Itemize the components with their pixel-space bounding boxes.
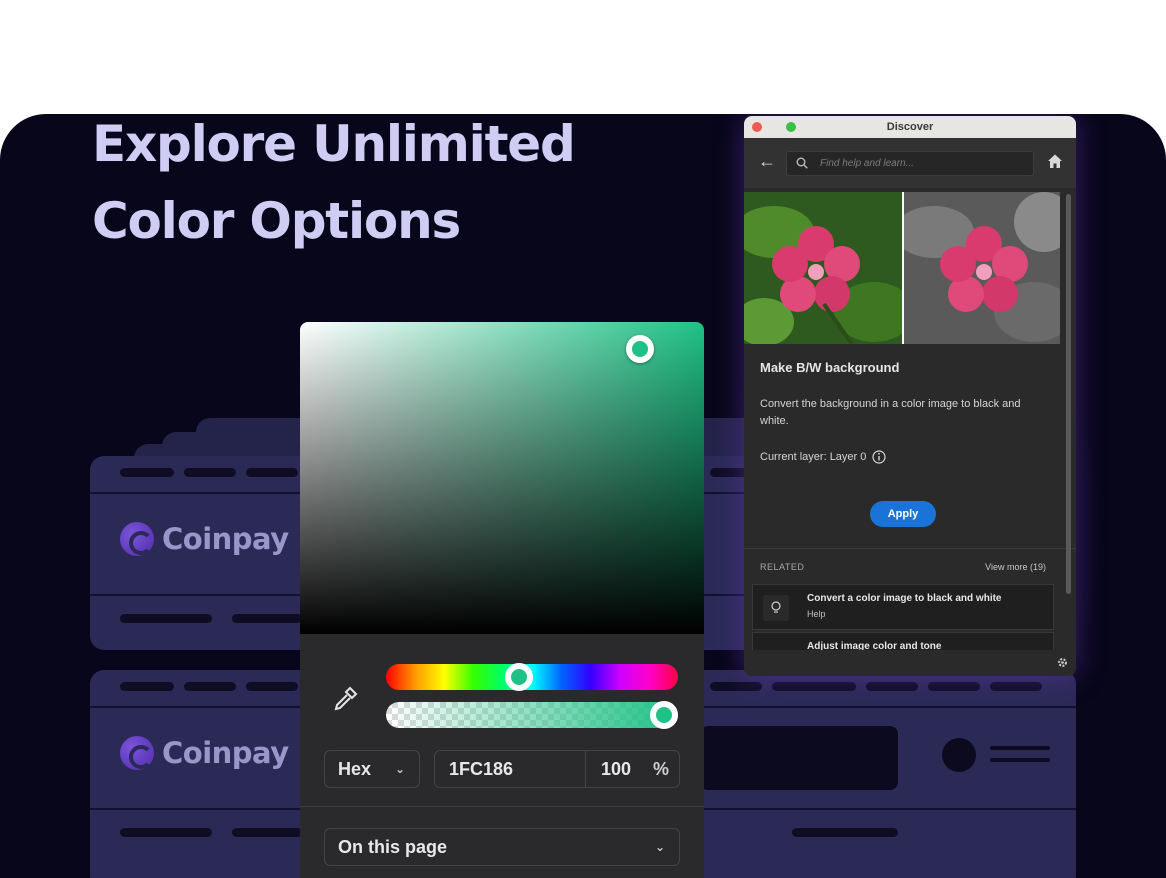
placeholder-bar (792, 828, 898, 837)
window-title: Discover (886, 121, 934, 133)
placeholder-bar (246, 468, 298, 477)
placeholder-bar (232, 614, 302, 623)
placeholder-line (990, 746, 1050, 750)
placeholder-line (990, 758, 1050, 762)
hex-input[interactable]: 1FC186 100 % (434, 750, 680, 788)
related-heading: RELATED (760, 562, 805, 572)
zoom-window-button[interactable] (786, 122, 796, 132)
view-more-link[interactable]: View more (19) (985, 562, 1046, 572)
placeholder-bar (246, 682, 298, 691)
color-format-select[interactable]: Hex ⌄ (324, 750, 420, 788)
coinpay-logo-icon (120, 522, 154, 556)
lightbulb-icon (763, 595, 789, 621)
apply-button[interactable]: Apply (870, 501, 936, 527)
saturation-handle[interactable] (626, 335, 654, 363)
picker-divider (300, 806, 704, 807)
placeholder-bar (120, 682, 174, 691)
coinpay-brand-name: Coinpay (162, 522, 289, 556)
related-item-subtitle: Help (807, 609, 826, 619)
color-picker-panel: Hex ⌄ 1FC186 100 % On this page ⌄ (300, 322, 704, 878)
coinpay-logo: Coinpay (120, 736, 289, 770)
placeholder-bar (232, 828, 302, 837)
discover-scrollbar[interactable] (1066, 194, 1071, 594)
scope-select[interactable]: On this page ⌄ (324, 828, 680, 866)
percent-symbol: % (653, 758, 670, 779)
input-divider (585, 751, 586, 787)
card-description: Convert the background in a color image … (760, 398, 1021, 427)
search-placeholder: Find help and learn... (820, 158, 914, 169)
discover-footer (744, 650, 1076, 676)
hero-title-line2: Color Options (92, 192, 461, 250)
bw-flower-image (904, 192, 1060, 344)
card-title: Make B/W background (760, 360, 900, 375)
scope-value: On this page (338, 836, 448, 857)
window-titlebar: Discover (744, 116, 1076, 138)
related-item[interactable]: Convert a color image to black and white… (752, 584, 1054, 630)
chevron-down-icon: ⌄ (654, 840, 665, 854)
hex-value: 1FC186 (449, 758, 514, 779)
close-window-button[interactable] (752, 122, 762, 132)
placeholder-bar (120, 468, 174, 477)
back-arrow-icon[interactable]: ← (758, 151, 776, 172)
placeholder-field (700, 726, 898, 790)
chevron-down-icon: ⌄ (394, 762, 405, 776)
hero-title-line1: Explore Unlimited (92, 115, 576, 173)
placeholder-bar (184, 682, 236, 691)
info-icon[interactable] (872, 450, 886, 464)
hero-stage: Explore Unlimited Color Options Coinpay (0, 114, 1166, 878)
placeholder-bar (120, 828, 212, 837)
hue-slider-handle[interactable] (504, 663, 533, 691)
placeholder-bar (866, 682, 918, 691)
discover-header: ← Find help and learn... (744, 138, 1076, 188)
placeholder-bar (804, 682, 856, 691)
search-icon (796, 157, 808, 169)
color-flower-image (744, 192, 902, 344)
opacity-slider-handle[interactable] (650, 701, 678, 729)
current-layer-text: Current layer: Layer 0 (760, 451, 867, 463)
discover-window: Discover ← Find help and learn... Make B… (744, 116, 1076, 676)
eyedropper-icon[interactable] (330, 684, 360, 714)
section-divider (744, 548, 1076, 549)
gear-icon[interactable] (1057, 657, 1068, 668)
placeholder-bar (710, 682, 762, 691)
current-layer-row: Current layer: Layer 0 (760, 450, 886, 464)
saturation-area[interactable] (300, 322, 704, 634)
before-after-image (744, 192, 1060, 344)
coinpay-logo-icon (120, 736, 154, 770)
color-format-value: Hex (338, 758, 372, 779)
related-item-title: Convert a color image to black and white (807, 593, 1002, 604)
avatar-placeholder (942, 738, 976, 772)
home-icon[interactable] (1046, 152, 1064, 170)
placeholder-bar (928, 682, 980, 691)
opacity-slider[interactable] (386, 701, 678, 729)
coinpay-brand-name: Coinpay (162, 736, 289, 770)
opacity-value[interactable]: 100 (601, 759, 631, 780)
coinpay-logo: Coinpay (120, 522, 289, 556)
placeholder-bar (990, 682, 1042, 691)
hero-title: Explore Unlimited Color Options (92, 114, 576, 260)
hue-slider[interactable] (386, 663, 678, 691)
discover-search-input[interactable]: Find help and learn... (786, 151, 1034, 176)
placeholder-bar (184, 468, 236, 477)
placeholder-bar (120, 614, 212, 623)
